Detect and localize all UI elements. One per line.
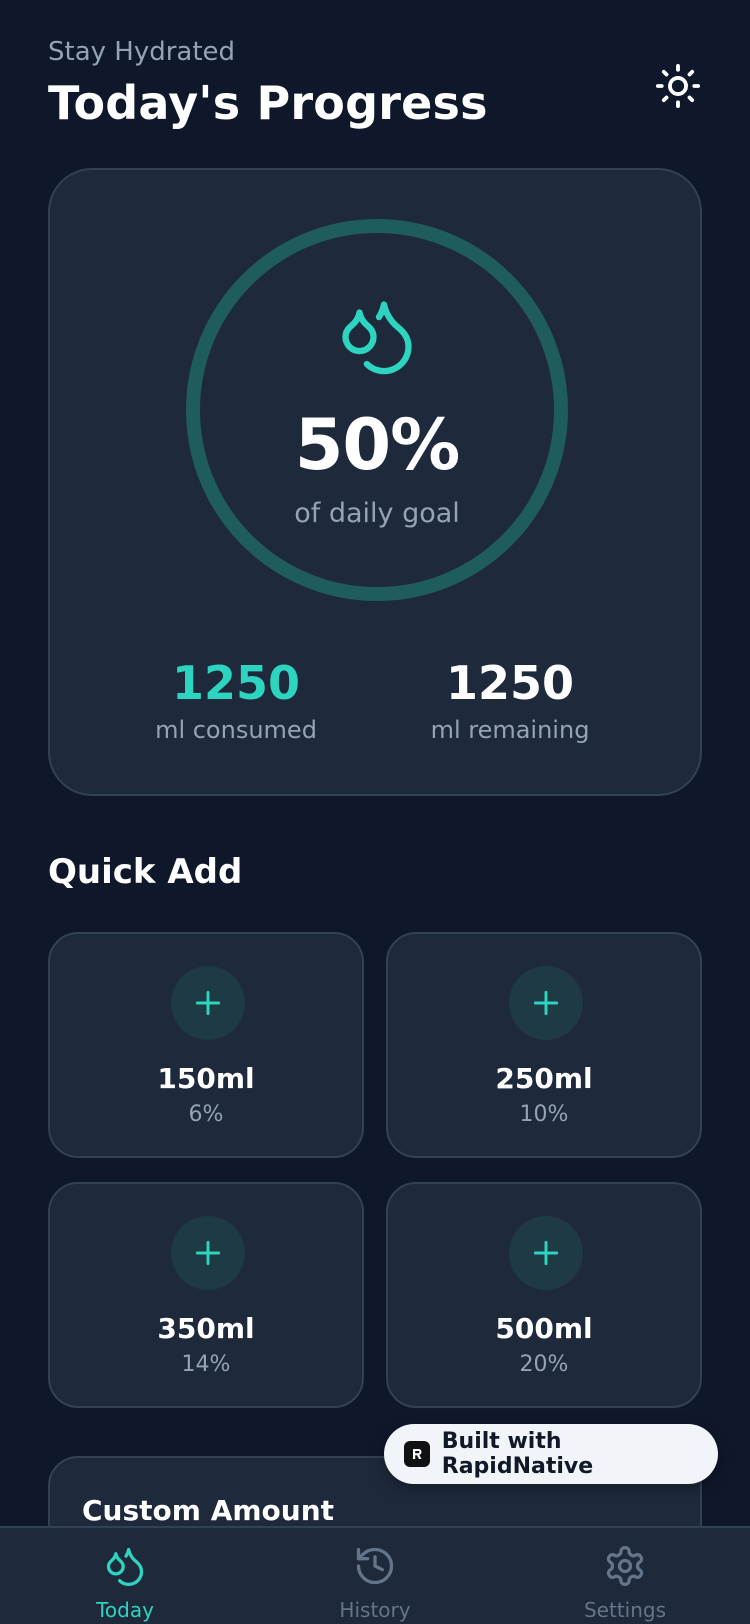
quick-add-share: 6%	[188, 1102, 224, 1127]
header: Stay Hydrated Today's Progress	[48, 36, 702, 146]
history-icon	[356, 1547, 394, 1585]
consumed-label: ml consumed	[155, 716, 317, 744]
theme-toggle-button[interactable]	[654, 62, 702, 110]
water-drops-icon	[106, 1547, 144, 1587]
tab-today[interactable]: Today	[50, 1544, 200, 1622]
progress-percent: 50%	[294, 404, 461, 486]
plus-icon	[195, 1240, 221, 1266]
bottom-tab-bar: Today History Settings	[0, 1526, 750, 1624]
gear-icon	[606, 1546, 644, 1586]
quick-add-amount: 350ml	[157, 1312, 255, 1345]
tab-label: History	[339, 1598, 411, 1622]
quick-add-250-button[interactable]: 250ml 10%	[386, 932, 702, 1158]
page-title: Today's Progress	[48, 76, 488, 130]
app-subtitle: Stay Hydrated	[48, 37, 236, 67]
add-circle	[509, 966, 583, 1040]
progress-ring: 50% of daily goal	[185, 218, 569, 602]
progress-card: 50% of daily goal 1250 ml consumed 1250 …	[48, 168, 702, 796]
consumed-value: 1250	[171, 656, 301, 710]
quick-add-amount: 500ml	[495, 1312, 593, 1345]
quick-add-title: Quick Add	[48, 852, 243, 892]
quick-add-share: 20%	[519, 1352, 569, 1377]
built-with-badge[interactable]: Built with RapidNative	[384, 1424, 718, 1484]
sun-icon	[655, 63, 701, 109]
remaining-stat: 1250 ml remaining	[390, 656, 630, 744]
plus-icon	[533, 990, 559, 1016]
water-drops-icon	[342, 301, 412, 375]
remaining-value: 1250	[445, 656, 575, 710]
quick-add-350-button[interactable]: 350ml 14%	[48, 1182, 364, 1408]
add-circle	[171, 966, 245, 1040]
rapidnative-logo-icon	[404, 1441, 430, 1467]
add-circle	[171, 1216, 245, 1290]
quick-add-share: 14%	[181, 1352, 231, 1377]
quick-add-amount: 150ml	[157, 1062, 255, 1095]
custom-amount-title: Custom Amount	[82, 1494, 335, 1527]
plus-icon	[195, 990, 221, 1016]
quick-add-amount: 250ml	[495, 1062, 593, 1095]
tab-settings[interactable]: Settings	[550, 1544, 700, 1622]
consumed-stat: 1250 ml consumed	[116, 656, 356, 744]
add-circle	[509, 1216, 583, 1290]
plus-icon	[533, 1240, 559, 1266]
tab-label: Today	[96, 1598, 154, 1622]
quick-add-share: 10%	[519, 1102, 569, 1127]
badge-text: Built with RapidNative	[441, 1429, 594, 1479]
quick-add-500-button[interactable]: 500ml 20%	[386, 1182, 702, 1408]
quick-add-150-button[interactable]: 150ml 6%	[48, 932, 364, 1158]
progress-caption: of daily goal	[294, 498, 460, 529]
tab-label: Settings	[583, 1598, 667, 1622]
tab-history[interactable]: History	[300, 1544, 450, 1622]
remaining-label: ml remaining	[430, 716, 590, 744]
